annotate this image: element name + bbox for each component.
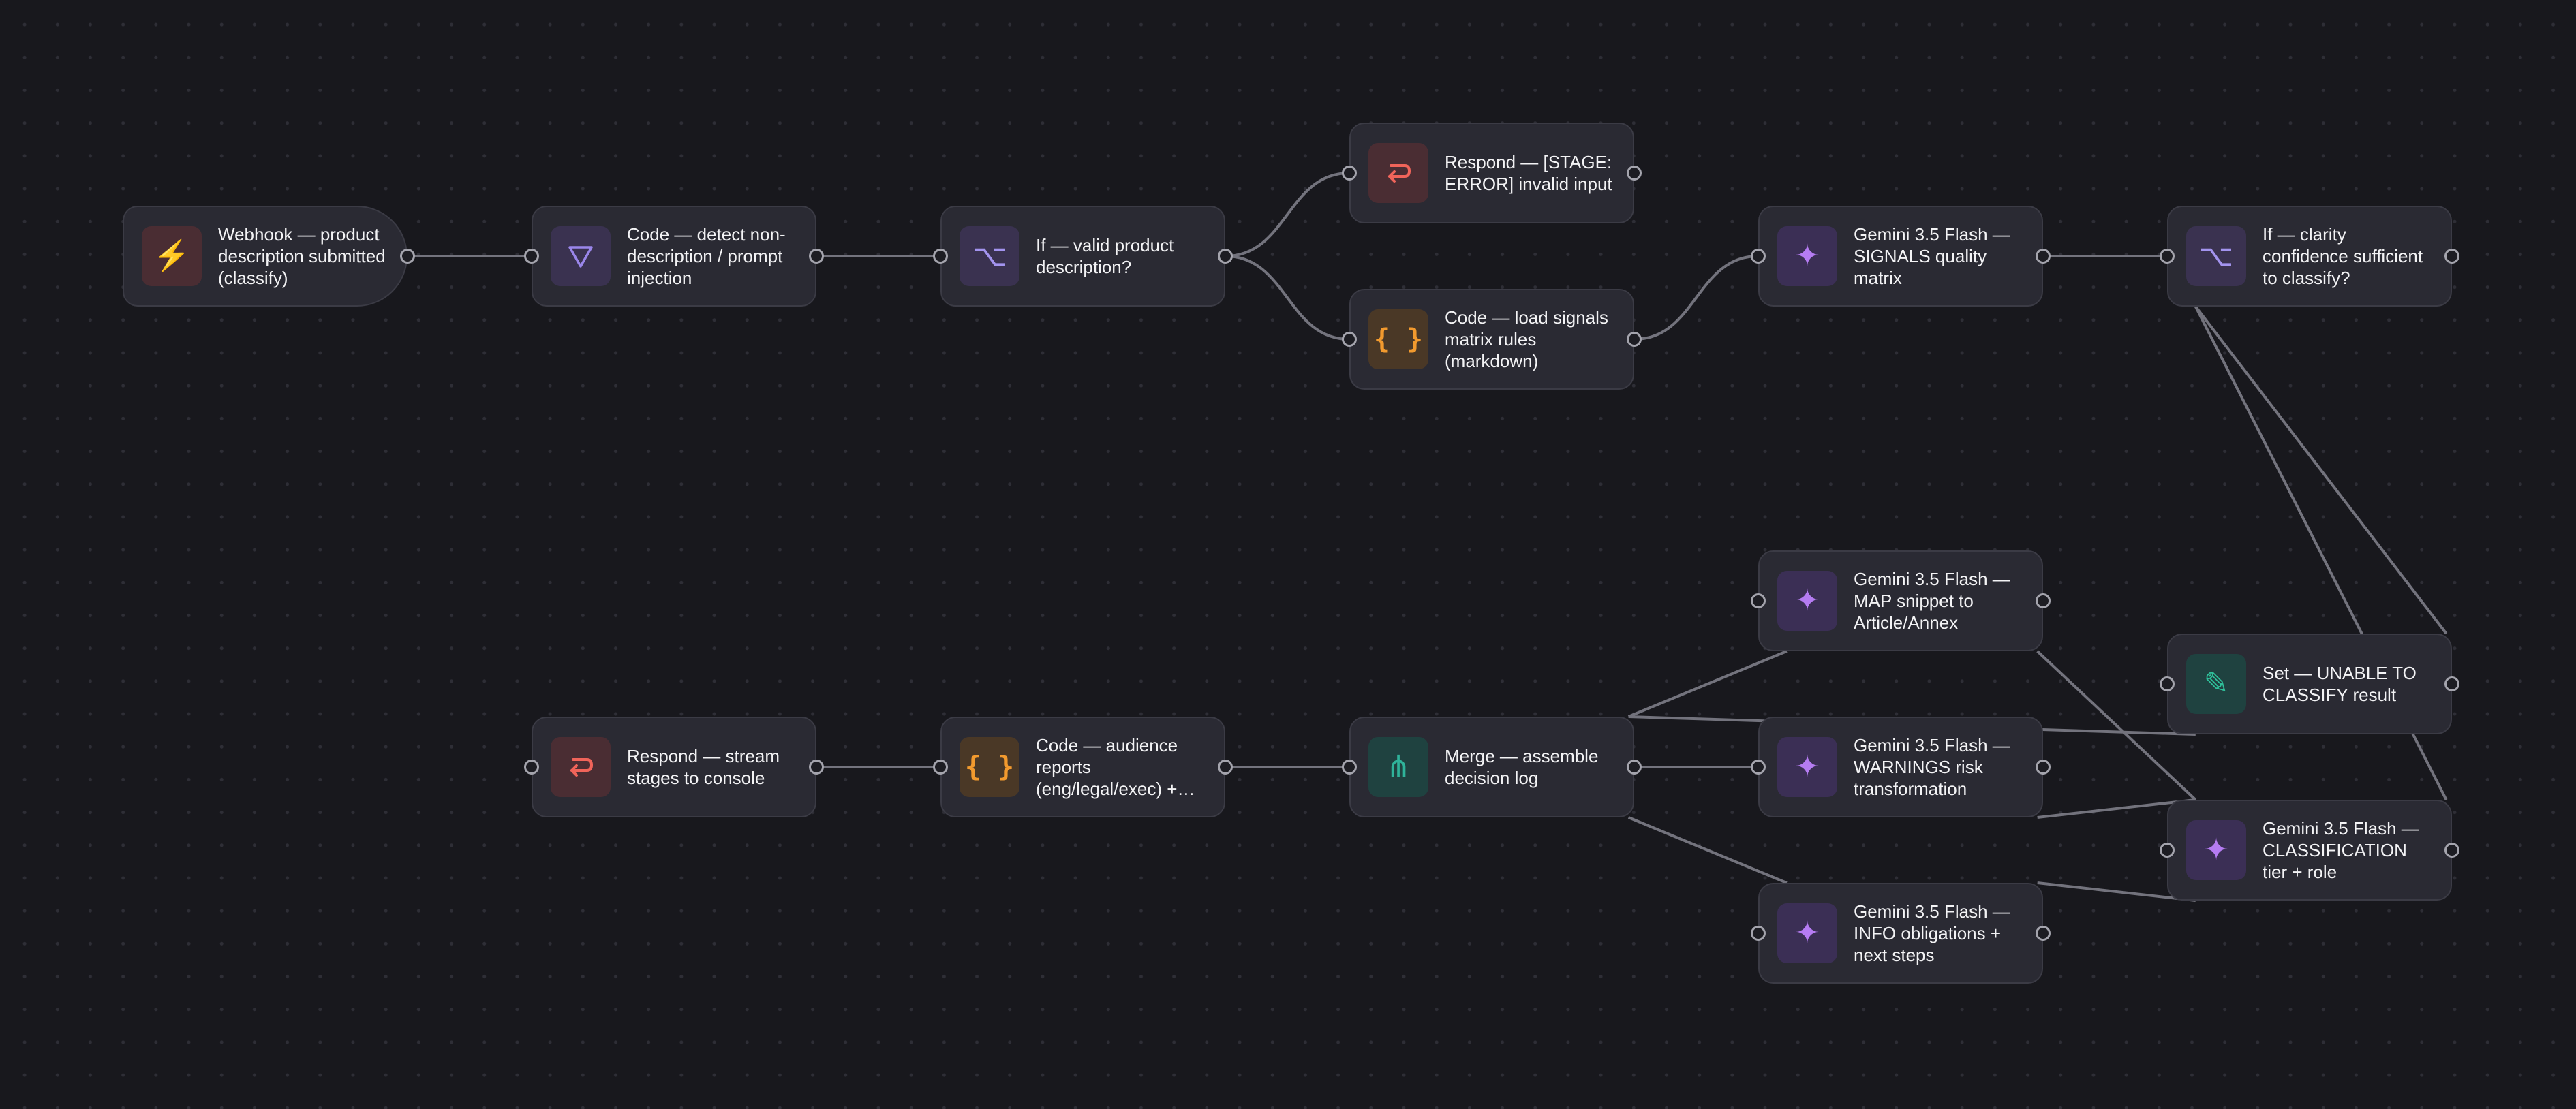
connection-if_clarity-to-set_unable[interactable] (2194, 305, 2448, 635)
node-label: Set — UNABLE TO CLASSIFY result (2263, 663, 2417, 705)
output-port[interactable] (2444, 843, 2459, 858)
output-port[interactable] (2444, 249, 2459, 264)
node-load-signals[interactable]: { } Code — load signals matrix rules (ma… (1342, 289, 1642, 390)
input-port[interactable] (2160, 249, 2175, 264)
node-gemini-info[interactable]: ✦ Gemini 3.5 Flash — INFO obligations + … (1751, 883, 2051, 984)
output-port[interactable] (2036, 926, 2051, 941)
braces-icon: { } (1368, 309, 1428, 369)
output-port[interactable] (1218, 249, 1233, 264)
output-port[interactable] (809, 249, 824, 264)
node-label: Gemini 3.5 Flash — WARNINGS risk transfo… (1854, 735, 2010, 799)
node-gemini-classification[interactable]: ✦ Gemini 3.5 Flash — CLASSIFICATION tier… (2160, 800, 2459, 901)
return-arrow-icon (551, 737, 611, 797)
input-port[interactable] (1751, 593, 1766, 608)
input-port[interactable] (1751, 926, 1766, 941)
output-port[interactable] (1218, 760, 1233, 775)
lightning-icon: ⚡ (142, 226, 202, 286)
connection-if_valid-to-respond_error[interactable] (1225, 172, 1350, 257)
node-if-clarity[interactable]: ⌥ If — clarity confidence sufficient to … (2160, 206, 2459, 307)
output-port[interactable] (1627, 760, 1642, 775)
braces-icon: { } (960, 737, 1019, 797)
pencil-icon: ✎ (2186, 654, 2246, 714)
sparkle-icon: ✦ (2186, 820, 2246, 880)
merge-icon: ⋔ (1368, 737, 1428, 797)
sparkle-icon: ✦ (1777, 903, 1837, 963)
input-port[interactable] (1342, 332, 1357, 347)
node-label: If — clarity confidence sufficient to cl… (2263, 224, 2423, 288)
branch-icon: ⌥ (2186, 226, 2246, 286)
node-label: Gemini 3.5 Flash — SIGNALS quality matri… (1854, 224, 2010, 288)
connection-gemini_map-to-merge[interactable] (1627, 650, 1788, 718)
node-if-valid[interactable]: ⌥ If — valid product description? (933, 206, 1233, 307)
node-label: Webhook — product description submitted … (218, 224, 386, 288)
sparkle-icon: ✦ (1777, 226, 1837, 286)
connection-gemini_info-to-merge[interactable] (1627, 816, 1788, 884)
input-port[interactable] (933, 249, 948, 264)
node-set-unable[interactable]: ✎ Set — UNABLE TO CLASSIFY result (2160, 634, 2459, 734)
node-label: Merge — assemble decision log (1445, 746, 1599, 788)
input-port[interactable] (1342, 760, 1357, 775)
node-label: If — valid product description? (1036, 235, 1174, 277)
node-label: Respond — stream stages to console (627, 746, 780, 788)
input-port[interactable] (2160, 676, 2175, 691)
node-label: Code — detect non-description / prompt i… (627, 224, 786, 288)
node-label: Code — load signals matrix rules (markdo… (1445, 307, 1608, 371)
input-port[interactable] (1342, 166, 1357, 181)
output-port[interactable] (2036, 249, 2051, 264)
node-label: Code — audience reports (eng/legal/exec)… (1036, 735, 1178, 799)
output-port[interactable] (2444, 676, 2459, 691)
node-gemini-warnings[interactable]: ✦ Gemini 3.5 Flash — WARNINGS risk trans… (1751, 717, 2051, 817)
node-label: Gemini 3.5 Flash — CLASSIFICATION tier +… (2263, 818, 2419, 882)
node-webhook[interactable]: ⚡ Webhook — product description submitte… (123, 206, 415, 307)
output-port[interactable] (1627, 166, 1642, 181)
node-respond-error[interactable]: Respond — [STAGE: ERROR] invalid input (1342, 123, 1642, 223)
connection-load_signals-to-gemini_signals[interactable] (1634, 255, 1759, 341)
output-port[interactable] (809, 760, 824, 775)
node-merge[interactable]: ⋔ Merge — assemble decision log (1342, 717, 1642, 817)
node-gemini-map[interactable]: ✦ Gemini 3.5 Flash — MAP snippet to Arti… (1751, 550, 2051, 651)
node-label: Gemini 3.5 Flash — MAP snippet to Articl… (1854, 569, 2010, 633)
input-port[interactable] (524, 249, 539, 264)
funnel-icon (551, 226, 611, 286)
sparkle-icon: ✦ (1777, 737, 1837, 797)
connection-wires (408, 172, 2448, 902)
node-label: Gemini 3.5 Flash — INFO obligations + ne… (1854, 901, 2010, 965)
connection-if_valid-to-load_signals[interactable] (1225, 255, 1350, 341)
input-port[interactable] (1751, 249, 1766, 264)
input-port[interactable] (1751, 760, 1766, 775)
node-gemini-signals[interactable]: ✦ Gemini 3.5 Flash — SIGNALS quality mat… (1751, 206, 2051, 307)
node-detect[interactable]: Code — detect non-description / prompt i… (524, 206, 824, 307)
input-port[interactable] (524, 760, 539, 775)
branch-icon: ⌥ (960, 226, 1019, 286)
output-port[interactable] (400, 249, 415, 264)
input-port[interactable] (933, 760, 948, 775)
sparkle-icon: ✦ (1777, 571, 1837, 631)
output-port[interactable] (2036, 760, 2051, 775)
output-port[interactable] (1627, 332, 1642, 347)
node-respond-stream[interactable]: Respond — stream stages to console (524, 717, 824, 817)
node-label: Respond — [STAGE: ERROR] invalid input (1445, 152, 1612, 194)
return-arrow-icon (1368, 143, 1428, 203)
output-port[interactable] (2036, 593, 2051, 608)
input-port[interactable] (2160, 843, 2175, 858)
node-code-reports[interactable]: { } Code — audience reports (eng/legal/e… (933, 717, 1233, 817)
